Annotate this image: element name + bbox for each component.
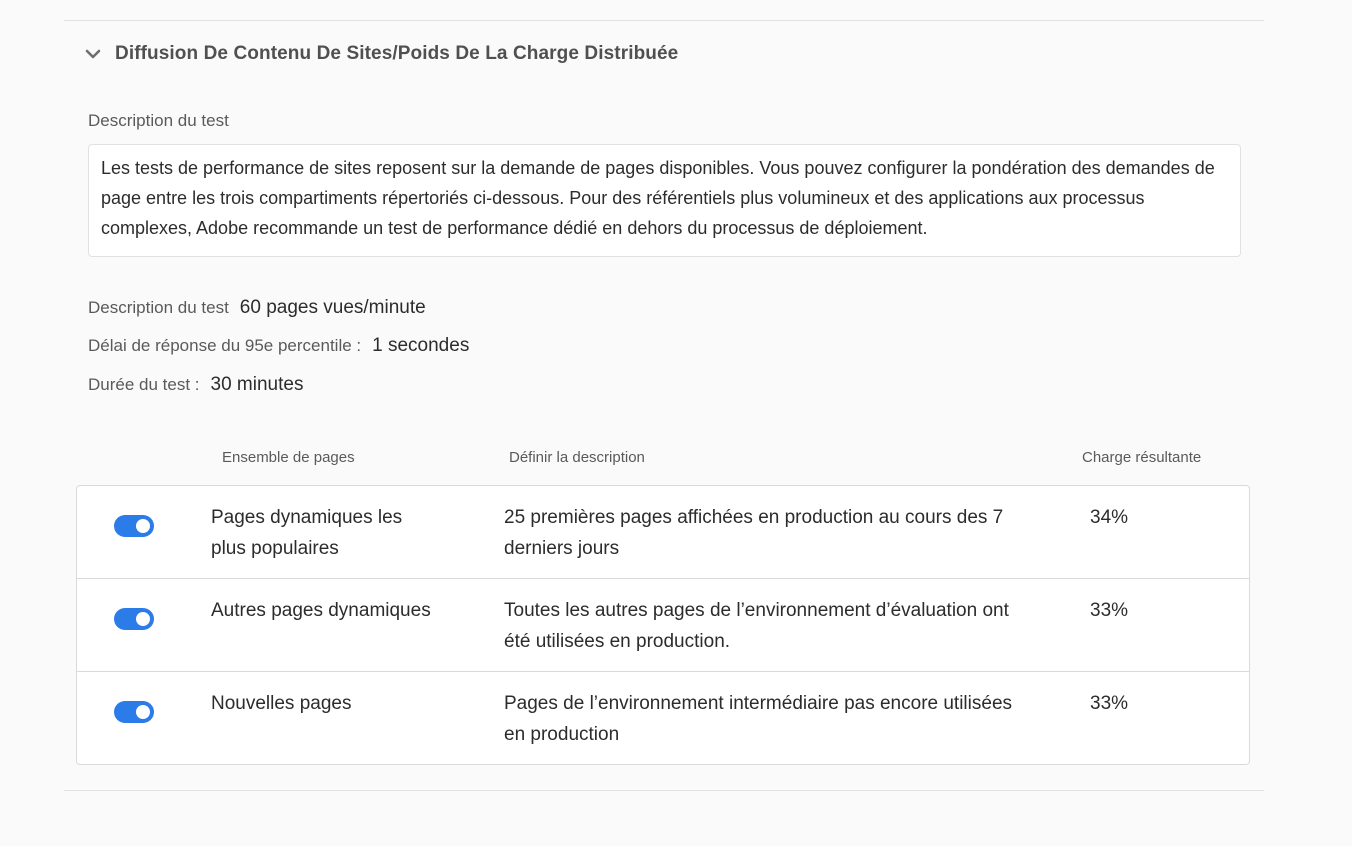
toggle-knob xyxy=(136,519,150,533)
section-header[interactable]: Diffusion De Contenu De Sites/Poids De L… xyxy=(84,38,678,70)
description-label: Description du test xyxy=(88,111,229,130)
top-divider xyxy=(64,20,1264,21)
page-set-name: Nouvelles pages xyxy=(211,693,352,714)
toggle-knob xyxy=(136,612,150,626)
info-row-response-time: Délai de réponse du 95e percentile : 1 s… xyxy=(88,335,469,361)
resulting-load: 33% xyxy=(1090,600,1129,621)
toggle-knob xyxy=(136,705,150,719)
info-value: 30 minutes xyxy=(210,374,304,395)
page-set-description: Pages de l’environnement intermédiaire p… xyxy=(504,693,1013,745)
info-label: Description du test xyxy=(88,298,229,317)
info-label: Durée du test : xyxy=(88,375,200,394)
info-value: 60 pages vues/minute xyxy=(239,297,426,318)
info-row-duration: Durée du test : 30 minutes xyxy=(88,374,303,400)
column-header-description: Définir la description xyxy=(509,449,645,466)
info-label: Délai de réponse du 95e percentile : xyxy=(88,336,362,355)
table-row: Autres pages dynamiques Toutes les autre… xyxy=(77,579,1249,672)
column-header-load: Charge résultante xyxy=(1082,449,1202,466)
info-row-pageviews: Description du test 60 pages vues/minute xyxy=(88,297,426,323)
column-header-page-set: Ensemble de pages xyxy=(222,449,355,466)
info-value: 1 secondes xyxy=(372,335,470,356)
page-set-name: Autres pages dynamiques xyxy=(211,600,431,621)
section-title: Diffusion De Contenu De Sites/Poids De L… xyxy=(115,43,679,64)
page-set-name: Pages dynamiques les plus populaires xyxy=(211,507,403,559)
resulting-load: 34% xyxy=(1090,507,1129,528)
enable-toggle[interactable] xyxy=(114,515,154,537)
enable-toggle[interactable] xyxy=(114,608,154,630)
page-set-table: Pages dynamiques les plus populaires 25 … xyxy=(76,485,1250,765)
page-set-description: Toutes les autres pages de l’environneme… xyxy=(504,600,1009,652)
table-row: Pages dynamiques les plus populaires 25 … xyxy=(77,486,1249,579)
enable-toggle[interactable] xyxy=(114,701,154,723)
description-text: Les tests de performance de sites repose… xyxy=(88,144,1241,257)
page-set-description: 25 premières pages affichées en producti… xyxy=(504,507,1004,559)
table-row: Nouvelles pages Pages de l’environnement… xyxy=(77,672,1249,764)
bottom-divider xyxy=(64,790,1264,791)
resulting-load: 33% xyxy=(1090,693,1129,714)
chevron-down-icon[interactable] xyxy=(84,45,102,63)
